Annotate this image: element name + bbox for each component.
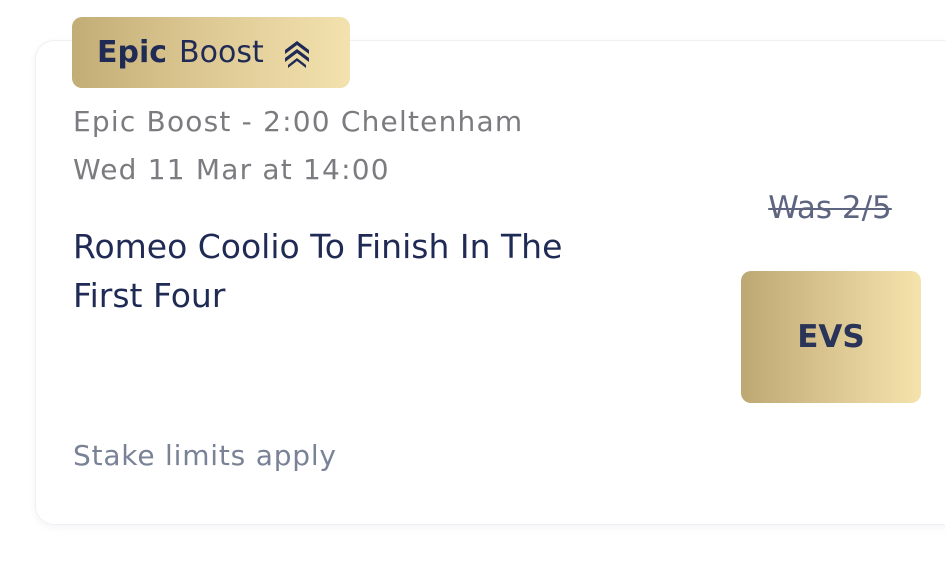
boosted-odds-label: EVS (797, 319, 865, 355)
page: Epic Boost Epic Boost - 2:00 Cheltenham … (0, 0, 945, 570)
epic-boost-badge: Epic Boost (72, 17, 350, 88)
was-odds: Was 2/5 (768, 190, 892, 226)
badge-light-label: Boost (179, 35, 264, 70)
selection-name: Romeo Coolio To Finish In The First Four (73, 227, 563, 315)
double-chevron-up-icon (282, 37, 312, 69)
boosted-odds-button[interactable]: EVS (741, 271, 921, 403)
stake-limits-note: Stake limits apply (73, 439, 337, 472)
badge-strong-label: Epic (97, 35, 168, 70)
event-title: Epic Boost - 2:00 Cheltenham (73, 105, 524, 138)
event-datetime: Wed 11 Mar at 14:00 (73, 153, 390, 186)
